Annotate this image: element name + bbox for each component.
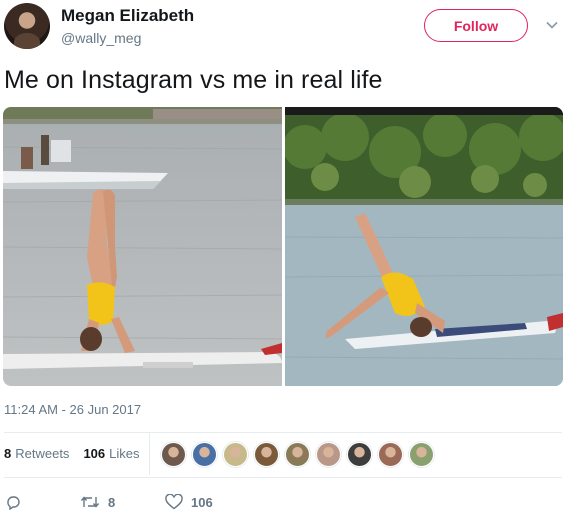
like-count: 106 [191, 494, 213, 510]
liker-avatar[interactable] [223, 442, 248, 467]
stats-divider [149, 433, 150, 475]
photo-fall-scene [285, 107, 563, 386]
liker-avatar[interactable] [409, 442, 434, 467]
liker-avatar[interactable] [192, 442, 217, 467]
photo-headstand-scene [3, 107, 282, 386]
chevron-down-icon[interactable] [544, 17, 560, 33]
liker-avatar[interactable] [378, 442, 403, 467]
retweet-icon [80, 496, 100, 508]
likes-label: Likes [109, 446, 140, 461]
liker-avatar[interactable] [161, 442, 186, 467]
display-name[interactable]: Megan Elizabeth [61, 6, 194, 26]
retweets-count: 8 [4, 446, 12, 461]
tweet-text: Me on Instagram vs me in real life [4, 66, 383, 94]
divider-bottom [4, 477, 562, 478]
reply-icon [7, 496, 20, 510]
divider-top [4, 432, 562, 433]
tweet-photo-instagram[interactable] [3, 107, 282, 386]
liker-avatar[interactable] [285, 442, 310, 467]
retweet-count: 8 [108, 494, 116, 510]
follow-button[interactable]: Follow [424, 9, 528, 42]
likes-count: 106 [83, 446, 106, 461]
liker-avatar[interactable] [254, 442, 279, 467]
user-handle[interactable]: @wally_meg [61, 30, 141, 46]
avatar-shading [14, 33, 40, 49]
like-action[interactable]: 106 [165, 494, 213, 510]
tweet-timestamp[interactable]: 11:24 AM - 26 Jun 2017 [4, 402, 141, 417]
tweet-photo-real-life[interactable] [285, 107, 563, 386]
likes-stat[interactable]: 106 Likes [83, 446, 139, 461]
reply-action[interactable] [5, 494, 29, 510]
retweets-label: Retweets [15, 446, 70, 461]
engagement-stats: 8 Retweets 106 Likes [4, 446, 140, 461]
liker-avatars [161, 442, 434, 467]
heart-icon [165, 494, 183, 510]
avatar[interactable] [4, 3, 50, 49]
liker-avatar[interactable] [316, 442, 341, 467]
liker-avatar[interactable] [347, 442, 372, 467]
retweets-stat[interactable]: 8 Retweets [4, 446, 69, 461]
retweet-action[interactable]: 8 [80, 494, 115, 510]
